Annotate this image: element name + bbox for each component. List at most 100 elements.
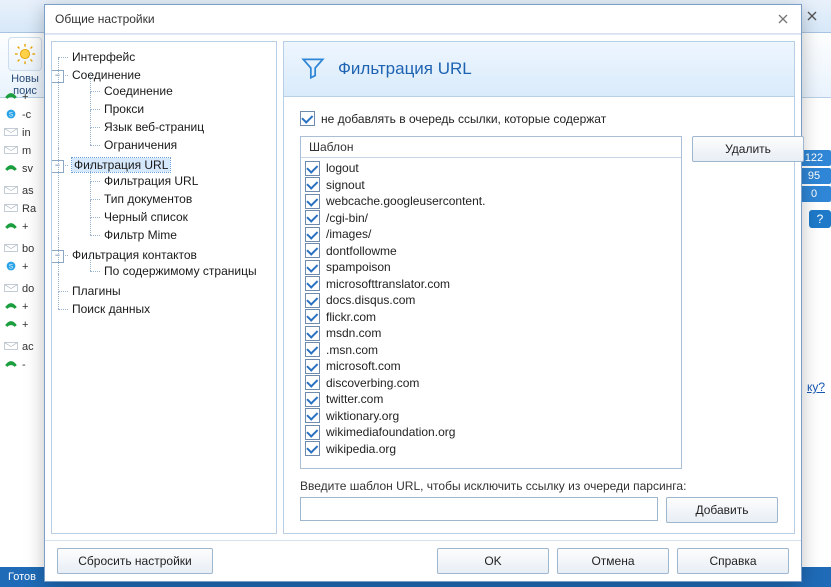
tree-item-urlfilter[interactable]: Фильтрация URL <box>72 158 170 172</box>
phone-icon <box>4 359 18 372</box>
pattern-checkbox[interactable] <box>305 293 320 308</box>
pattern-row[interactable]: wikipedia.org <box>305 441 677 458</box>
app-close-icon[interactable] <box>799 6 825 26</box>
pattern-checkbox[interactable] <box>305 425 320 440</box>
pattern-row[interactable]: microsofttranslator.com <box>305 276 677 293</box>
tree-item-interface[interactable]: Интерфейс <box>72 50 135 64</box>
delete-button[interactable]: Удалить <box>692 136 804 162</box>
cancel-button[interactable]: Отмена <box>557 548 669 574</box>
pattern-row[interactable]: microsoft.com <box>305 358 677 375</box>
envelope-icon <box>4 203 18 216</box>
pattern-checkbox[interactable] <box>305 177 320 192</box>
list-item[interactable]: + <box>0 218 46 236</box>
pattern-checkbox[interactable] <box>305 375 320 390</box>
list-item[interactable]: in <box>0 124 46 142</box>
envelope-icon <box>4 145 18 158</box>
pattern-row[interactable]: twitter.com <box>305 391 677 408</box>
tree-item-connection-sub[interactable]: Соединение <box>104 84 173 98</box>
list-item[interactable]: + <box>0 316 46 334</box>
tree-toggle[interactable]: − <box>51 70 64 83</box>
pattern-checkbox[interactable] <box>305 194 320 209</box>
help-link[interactable]: ку? <box>807 380 825 394</box>
pattern-input[interactable] <box>300 497 658 521</box>
envelope-icon <box>4 127 18 140</box>
stat-badge: 95 <box>797 168 831 184</box>
pattern-checkbox[interactable] <box>305 326 320 341</box>
panel-body: не добавлять в очередь ссылки, которые с… <box>284 97 794 533</box>
add-button[interactable]: Добавить <box>666 497 778 523</box>
settings-dialog: Общие настройки Интерфейс −Соединение Со… <box>44 4 802 582</box>
pattern-row[interactable]: msdn.com <box>305 325 677 342</box>
list-item-text: ac <box>22 341 34 353</box>
list-item[interactable]: - <box>0 356 46 374</box>
pattern-checkbox[interactable] <box>305 260 320 275</box>
tree-item-connection[interactable]: Соединение <box>72 68 141 82</box>
pattern-row[interactable]: /images/ <box>305 226 677 243</box>
pattern-row[interactable]: webcache.googleusercontent. <box>305 193 677 210</box>
tree-toggle[interactable]: − <box>51 160 64 173</box>
pattern-checkbox[interactable] <box>305 309 320 324</box>
pattern-row[interactable]: logout <box>305 160 677 177</box>
tree-item-blacklist[interactable]: Черный список <box>104 210 188 224</box>
envelope-icon <box>4 341 18 354</box>
reset-button[interactable]: Сбросить настройки <box>57 548 213 574</box>
tree-item-limits[interactable]: Ограничения <box>104 138 177 152</box>
tree-item-proxy[interactable]: Прокси <box>104 102 144 116</box>
list-item[interactable]: Ra <box>0 200 46 218</box>
pattern-checkbox[interactable] <box>305 243 320 258</box>
pattern-row[interactable]: .msn.com <box>305 342 677 359</box>
list-item[interactable]: m <box>0 142 46 160</box>
list-item-text: sv <box>22 163 33 175</box>
tree-toggle[interactable]: − <box>51 250 64 263</box>
stat-badge: 0 <box>797 186 831 202</box>
tree-item-lang[interactable]: Язык веб-страниц <box>104 120 204 134</box>
list-item[interactable]: as <box>0 182 46 200</box>
help-button[interactable]: Справка <box>677 548 789 574</box>
pattern-row[interactable]: flickr.com <box>305 309 677 326</box>
ok-button[interactable]: OK <box>437 548 549 574</box>
pattern-checkbox[interactable] <box>305 359 320 374</box>
pattern-row[interactable]: wiktionary.org <box>305 408 677 425</box>
tree-item-doctype[interactable]: Тип документов <box>104 192 192 206</box>
pattern-checkbox[interactable] <box>305 227 320 242</box>
exclude-checkbox-row[interactable]: не добавлять в очередь ссылки, которые с… <box>300 111 778 126</box>
pattern-checkbox[interactable] <box>305 342 320 357</box>
pattern-checkbox[interactable] <box>305 392 320 407</box>
panel-header: Фильтрация URL <box>284 42 794 97</box>
patterns-listbox[interactable]: Шаблон logoutsignoutwebcache.googleuserc… <box>300 136 682 469</box>
list-item[interactable]: S+ <box>0 258 46 276</box>
pattern-text: spampoison <box>326 260 391 274</box>
list-item-text: as <box>22 185 34 197</box>
tree-item-plugins[interactable]: Плагины <box>72 284 121 298</box>
pattern-text: wikipedia.org <box>326 442 396 456</box>
pattern-checkbox[interactable] <box>305 210 320 225</box>
list-item[interactable]: sv <box>0 160 46 178</box>
list-item[interactable]: bo <box>0 240 46 258</box>
side-list: +S-сinmsvasRa+boS+do++ac- <box>0 88 46 567</box>
tree-item-datasearch[interactable]: Поиск данных <box>72 302 150 316</box>
pattern-row[interactable]: wikimediafoundation.org <box>305 424 677 441</box>
exclude-checkbox[interactable] <box>300 111 315 126</box>
list-item[interactable]: + <box>0 88 46 106</box>
pattern-row[interactable]: spampoison <box>305 259 677 276</box>
dialog-close-button[interactable] <box>771 9 795 29</box>
pattern-row[interactable]: /cgi-bin/ <box>305 210 677 227</box>
pattern-row[interactable]: signout <box>305 177 677 194</box>
list-item[interactable]: + <box>0 298 46 316</box>
tree-item-urlfilter-sub[interactable]: Фильтрация URL <box>104 174 198 188</box>
list-item[interactable]: S-с <box>0 106 46 124</box>
list-item[interactable]: ac <box>0 338 46 356</box>
panel-title: Фильтрация URL <box>338 59 472 79</box>
tree-item-mime[interactable]: Фильтр Mime <box>104 228 177 242</box>
pattern-checkbox[interactable] <box>305 276 320 291</box>
tree-item-bycontent[interactable]: По содержимому страницы <box>104 264 257 278</box>
pattern-row[interactable]: discoverbing.com <box>305 375 677 392</box>
pattern-checkbox[interactable] <box>305 161 320 176</box>
pattern-row[interactable]: dontfollowme <box>305 243 677 260</box>
pattern-checkbox[interactable] <box>305 441 320 456</box>
pattern-checkbox[interactable] <box>305 408 320 423</box>
list-item[interactable]: do <box>0 280 46 298</box>
pattern-row[interactable]: docs.disqus.com <box>305 292 677 309</box>
help-icon[interactable]: ? <box>809 210 831 228</box>
list-item-text: - <box>22 359 26 371</box>
